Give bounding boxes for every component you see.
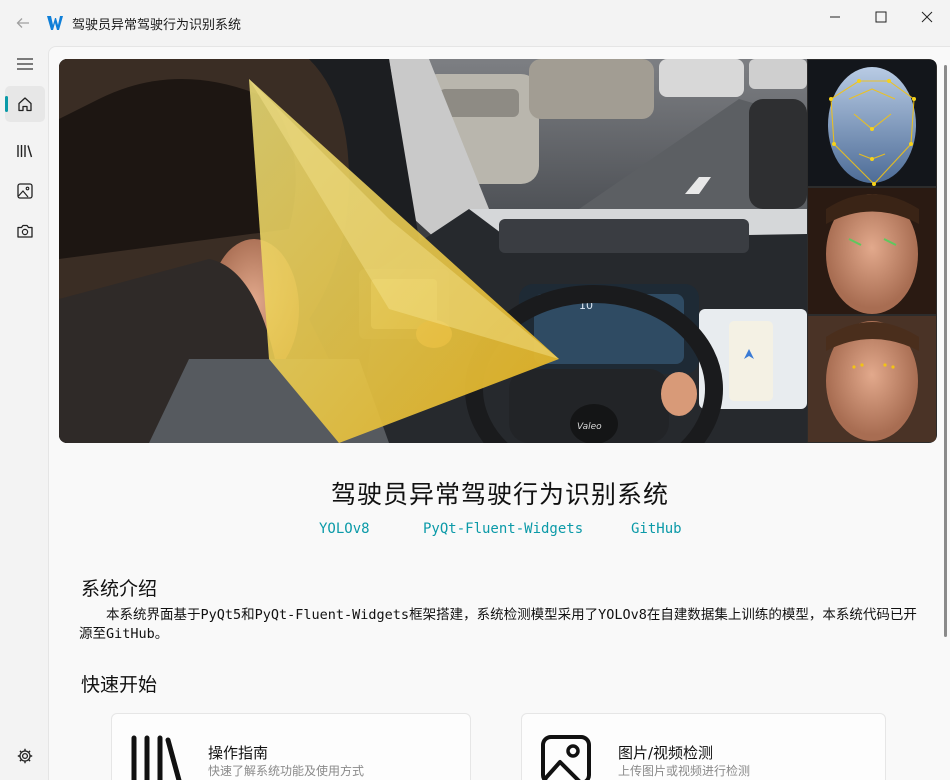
home-icon [18, 97, 32, 112]
minimize-icon [830, 16, 840, 18]
library-icon [131, 735, 182, 780]
intro-text: 本系统界面基于PyQt5和PyQt-Fluent-Widgets框架搭建，系统检… [79, 607, 917, 642]
page-title: 驾驶员异常驾驶行为识别系统 [330, 480, 669, 509]
intro-heading: 系统介绍 [81, 578, 158, 600]
app-logo-icon [47, 16, 63, 30]
card-description: 快速了解系统功能及使用方式 [208, 764, 365, 778]
link-pyqt-fluent-widgets[interactable]: PyQt-Fluent-Widgets [423, 521, 583, 537]
nav-item-settings[interactable] [5, 738, 45, 774]
menu-icon [17, 58, 33, 70]
image-icon [541, 735, 591, 780]
link-yolov8[interactable]: YOLOv8 [319, 521, 370, 537]
title-bar: 驾驶员异常驾驶行为识别系统 [0, 0, 950, 46]
card-image-video-detection[interactable]: 图片/视频检测 上传图片或视频进行检测 [521, 713, 886, 780]
nav-item-library[interactable] [5, 133, 45, 169]
image-icon [17, 183, 33, 199]
home-interface: 10 Valeo 驾驶员异常驾驶行为识别系统 YOLOv8 PyQt-Fluen… [48, 46, 950, 780]
card-description: 上传图片或视频进行检测 [618, 764, 751, 778]
back-arrow-icon [16, 18, 29, 28]
valeo-logo-text: Valeo [577, 422, 602, 432]
nav-item-image[interactable] [5, 173, 45, 209]
banner-image: 10 Valeo [59, 59, 937, 443]
settings-icon [17, 748, 33, 764]
card-title: 操作指南 [208, 744, 269, 762]
link-github[interactable]: GitHub [631, 521, 682, 537]
close-icon [921, 11, 933, 23]
navigation-pane [0, 46, 48, 780]
nav-menu-button[interactable] [5, 46, 45, 82]
vertical-scrollbar[interactable] [944, 65, 947, 637]
window-title: 驾驶员异常驾驶行为识别系统 [72, 17, 242, 33]
library-icon [17, 145, 33, 158]
maximize-button[interactable] [858, 0, 904, 34]
nav-item-home[interactable] [5, 86, 45, 122]
quick-start-heading: 快速开始 [81, 674, 158, 696]
card-user-guide[interactable]: 操作指南 快速了解系统功能及使用方式 [111, 713, 471, 780]
nav-item-camera[interactable] [5, 213, 45, 249]
camera-icon [17, 224, 33, 238]
minimize-button[interactable] [812, 0, 858, 34]
close-button[interactable] [904, 0, 950, 34]
maximize-icon [875, 11, 887, 23]
card-title: 图片/视频检测 [618, 744, 714, 762]
back-button[interactable] [0, 0, 46, 46]
